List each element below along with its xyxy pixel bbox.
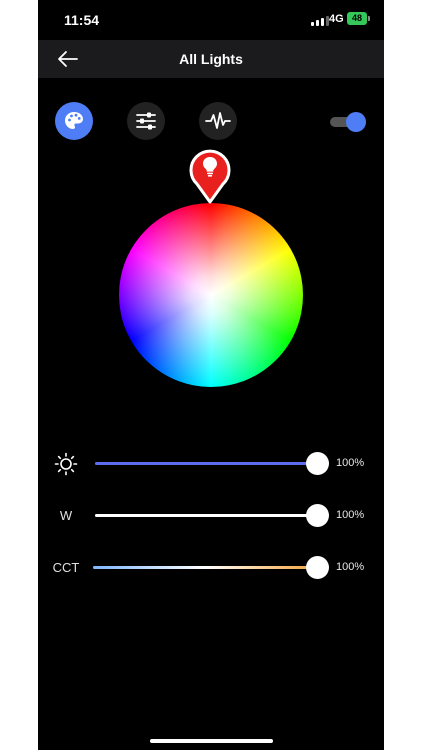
cct-value: 100% xyxy=(336,561,365,573)
waveform-icon xyxy=(205,112,231,129)
white-slider-fill xyxy=(95,514,317,517)
signal-icon xyxy=(311,16,329,26)
cct-slider-thumb[interactable] xyxy=(306,556,329,579)
status-bar: 11:54 4G 48 xyxy=(38,0,384,40)
color-wheel[interactable] xyxy=(119,203,303,387)
cct-label: CCT xyxy=(52,560,80,575)
status-time: 11:54 xyxy=(64,12,100,28)
brightness-slider[interactable] xyxy=(95,452,329,475)
sun-icon xyxy=(54,452,78,476)
brightness-slider-row: 100% xyxy=(38,449,384,479)
mode-music-button[interactable] xyxy=(199,102,237,140)
color-wheel-container xyxy=(119,203,303,387)
power-toggle[interactable] xyxy=(330,112,366,132)
home-indicator xyxy=(150,739,273,743)
mode-adjust-button[interactable] xyxy=(127,102,165,140)
toggle-knob xyxy=(346,112,366,132)
battery-icon: 48 xyxy=(347,12,370,25)
white-slider-row: W 100% xyxy=(38,501,384,531)
brightness-slider-thumb[interactable] xyxy=(306,452,329,475)
top-bar: All Lights xyxy=(38,40,384,78)
app-screen: 11:54 4G 48 All Lights 100% W 100% CCT 1… xyxy=(38,0,384,750)
white-slider[interactable] xyxy=(95,504,329,527)
cct-slider[interactable] xyxy=(93,556,329,579)
white-value: 100% xyxy=(336,509,365,521)
color-picker-marker[interactable] xyxy=(189,146,231,204)
sliders-icon xyxy=(136,112,156,130)
network-type: 4G xyxy=(329,13,344,25)
white-label: W xyxy=(59,508,73,523)
cct-slider-row: CCT 100% xyxy=(38,553,384,583)
mode-color-button[interactable] xyxy=(55,102,93,140)
page-title: All Lights xyxy=(179,51,243,67)
white-slider-thumb[interactable] xyxy=(306,504,329,527)
cct-slider-fill xyxy=(93,566,317,569)
palette-icon xyxy=(65,112,83,129)
brightness-slider-fill xyxy=(95,462,317,465)
brightness-value: 100% xyxy=(336,457,365,469)
